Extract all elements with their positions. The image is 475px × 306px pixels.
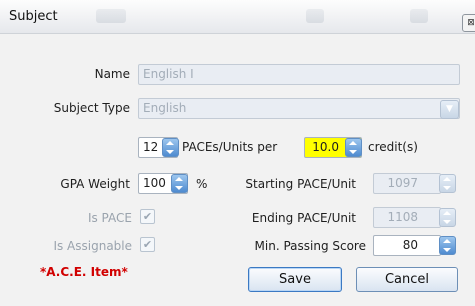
subject-type-dropdown[interactable]: English [138,98,460,119]
is-assignable-label: Is Assignable [53,239,132,253]
is-pace-label: Is PACE [87,211,132,225]
chevron-down-icon[interactable]: ▼ [440,100,459,119]
gpa-weight-spinner[interactable] [171,174,188,193]
background-toolbar-icon [96,9,126,23]
min-passing-label: Min. Passing Score [254,239,366,253]
min-passing-spinner[interactable] [439,236,456,255]
is-assignable-checkbox[interactable]: ✔ [140,237,155,252]
cancel-button[interactable]: Cancel [356,267,458,292]
paces-count-spinner[interactable] [162,138,179,157]
title-bar: Subject ⊠ [0,0,475,34]
is-pace-checkbox[interactable]: ✔ [140,209,155,224]
ace-item-label: *A.C.E. Item* [40,265,128,279]
gpa-weight-label: GPA Weight [60,177,130,191]
gpa-weight-unit: % [196,177,208,191]
ending-pace-field[interactable]: 1108 [373,207,441,228]
min-passing-field[interactable]: 80 [373,235,441,256]
background-toolbar-icon [306,9,324,23]
ending-pace-label: Ending PACE/Unit [251,211,356,225]
credits-text: credit(s) [368,140,418,154]
ending-pace-spinner[interactable] [439,208,456,227]
credit-value-spinner[interactable] [345,138,362,157]
starting-pace-field[interactable]: 1097 [373,173,441,194]
name-field[interactable]: English I [138,64,460,85]
close-icon[interactable]: ⊠ [462,14,475,32]
name-label: Name [94,67,130,81]
starting-pace-label: Starting PACE/Unit [245,177,356,191]
paces-per-text: PACEs/Units per [182,140,278,154]
background-toolbar-icon [410,9,428,23]
starting-pace-spinner[interactable] [439,174,456,193]
save-button[interactable]: Save [248,267,342,292]
subject-type-label: Subject Type [53,101,130,115]
window-title: Subject [9,9,58,24]
